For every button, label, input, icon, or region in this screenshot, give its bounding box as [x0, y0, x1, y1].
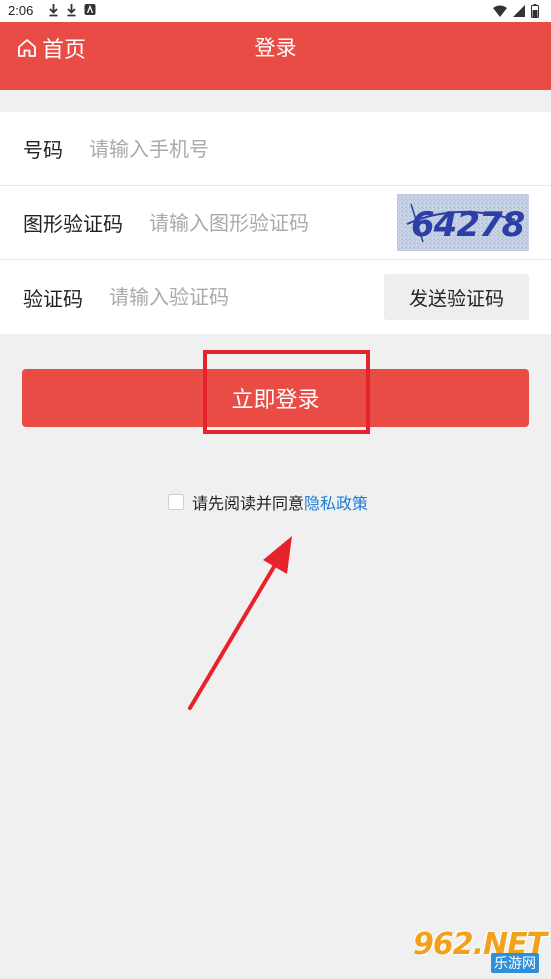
- captcha-row: 图形验证码 64278: [0, 186, 551, 260]
- code-input[interactable]: [107, 284, 311, 310]
- highlight-box: [203, 350, 370, 434]
- agreement-checkbox[interactable]: [168, 494, 184, 510]
- phone-label: 号码: [23, 138, 63, 162]
- battery-icon: [531, 4, 539, 18]
- watermark-sub: 乐游网: [491, 953, 539, 973]
- download-icon: [67, 4, 76, 17]
- login-form: 号码 图形验证码 64278 验证码: [0, 112, 551, 334]
- captcha-image[interactable]: 64278: [397, 194, 529, 251]
- notification-icons: [48, 3, 96, 17]
- wifi-icon: [493, 5, 507, 17]
- phone-input[interactable]: [87, 135, 321, 162]
- page-title: 登录: [254, 36, 297, 60]
- signal-icon: [513, 5, 525, 17]
- phone-row: 号码: [0, 112, 551, 186]
- captcha-input[interactable]: [147, 209, 361, 236]
- system-icons: [493, 4, 539, 18]
- agreement-text: 请先阅读并同意: [192, 494, 305, 513]
- download-icon: [49, 4, 58, 17]
- login-screen: 2:06 首页 登录 号码 请输入手机号 图形验证码 请输入图形验证码 6427…: [0, 0, 551, 979]
- annotation-arrow: [188, 536, 292, 710]
- app-header: 首页 登录: [0, 22, 551, 90]
- privacy-policy-link[interactable]: 隐私政策: [304, 490, 368, 514]
- send-code-button[interactable]: 发送验证码: [384, 274, 529, 320]
- app-icon: [84, 4, 96, 15]
- code-label: 验证码: [23, 286, 83, 311]
- status-time: 2:06: [8, 3, 34, 18]
- captcha-label: 图形验证码: [23, 212, 123, 236]
- status-bar: 2:06: [0, 0, 551, 22]
- watermark-logo: 962.NET 乐游网: [413, 927, 547, 973]
- privacy-agreement: 请先阅读并同意 隐私政策: [168, 490, 368, 514]
- code-row: 验证码 发送验证码: [0, 260, 551, 334]
